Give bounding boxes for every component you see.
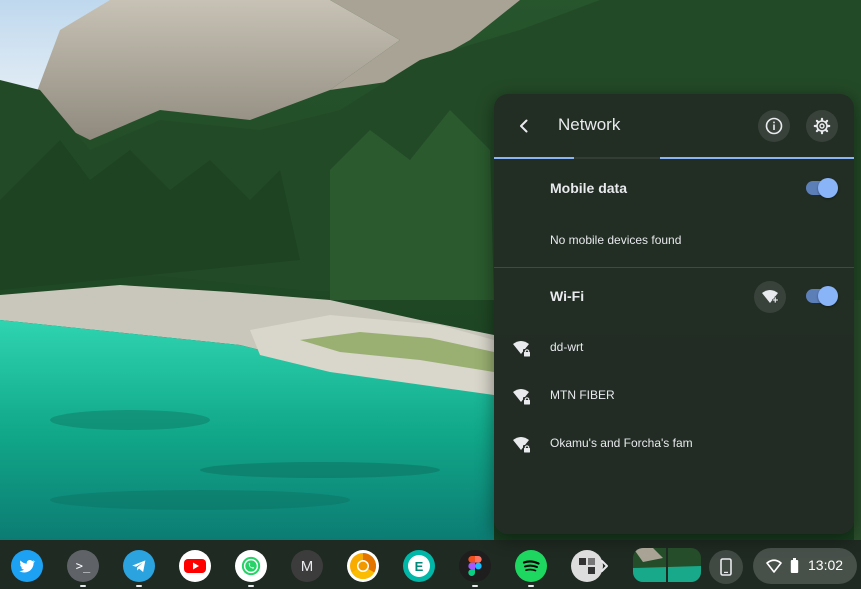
add-wifi-button[interactable] xyxy=(754,281,786,313)
toggle-knob xyxy=(818,178,838,198)
youtube-icon xyxy=(184,559,206,573)
info-button[interactable] xyxy=(758,110,790,142)
e-app[interactable]: E xyxy=(403,550,435,582)
figma-icon xyxy=(468,556,482,576)
wifi-network-row[interactable]: Okamu's and Forcha's fam xyxy=(494,420,854,468)
wifi-toggle[interactable] xyxy=(806,286,838,306)
divider-accent-left xyxy=(494,157,574,159)
youtube-app[interactable] xyxy=(179,550,211,582)
chrome-canary-icon xyxy=(350,552,377,580)
clock-time: 13:02 xyxy=(808,557,844,573)
wifi-network-name: MTN FIBER xyxy=(550,388,615,402)
phone-icon xyxy=(720,558,732,576)
terminal-app[interactable]: >_ xyxy=(67,550,99,582)
wifi-lock-icon xyxy=(513,437,531,453)
header-divider xyxy=(494,157,854,159)
desks-thumbnail xyxy=(633,548,701,582)
e-letter: E xyxy=(414,558,424,574)
chrome-canary-app[interactable] xyxy=(347,550,379,582)
wifi-network-row[interactable]: dd-wrt xyxy=(494,324,854,372)
twitter-app[interactable] xyxy=(11,550,43,582)
panel-title: Network xyxy=(558,115,621,134)
network-panel: Network Mobile data No mobile devices fo… xyxy=(494,94,854,534)
mobile-data-status: No mobile devices found xyxy=(550,233,682,247)
twitter-icon xyxy=(19,559,36,573)
running-indicator xyxy=(80,585,86,587)
wifi-network-name: dd-wrt xyxy=(550,340,584,354)
info-icon xyxy=(765,117,783,135)
desks-button[interactable] xyxy=(633,548,701,582)
add-wifi-icon xyxy=(762,290,779,304)
mobile-data-title: Mobile data xyxy=(550,180,628,196)
whatsapp-icon xyxy=(241,556,261,576)
wifi-lock-icon xyxy=(513,389,531,405)
holding-space-button[interactable] xyxy=(709,550,743,584)
section-divider xyxy=(494,267,854,268)
spotify-app[interactable] xyxy=(515,550,547,582)
toggle-knob xyxy=(818,286,838,306)
settings-button[interactable] xyxy=(806,110,838,142)
wifi-network-name: Okamu's and Forcha's fam xyxy=(550,436,693,450)
m-letter-icon: M xyxy=(300,557,314,575)
mobile-data-toggle[interactable] xyxy=(806,178,838,198)
spotify-icon xyxy=(518,553,544,579)
whatsapp-app[interactable] xyxy=(235,550,267,582)
running-indicator xyxy=(136,585,142,587)
gear-icon xyxy=(813,117,831,135)
telegram-app[interactable] xyxy=(123,550,155,582)
wifi-title: Wi-Fi xyxy=(550,288,585,304)
terminal-icon: >_ xyxy=(75,559,91,573)
wifi-icon xyxy=(766,559,782,573)
m-app[interactable]: M xyxy=(291,550,323,582)
battery-icon xyxy=(790,558,799,573)
running-indicator xyxy=(528,585,534,587)
wifi-network-row[interactable]: MTN FIBER xyxy=(494,372,854,420)
running-indicator xyxy=(472,585,478,587)
divider-accent-right xyxy=(660,157,854,159)
shelf-overflow-button[interactable] xyxy=(598,556,612,576)
e-letter-icon: E xyxy=(408,555,430,577)
running-indicator xyxy=(248,585,254,587)
telegram-icon xyxy=(132,560,146,572)
figma-app[interactable] xyxy=(459,550,491,582)
back-arrow-icon xyxy=(520,119,528,133)
network-panel-header: Network xyxy=(494,94,854,158)
app-icon xyxy=(579,558,595,574)
back-button[interactable] xyxy=(510,112,538,140)
chevron-right-icon xyxy=(601,560,608,572)
wifi-lock-icon xyxy=(513,341,531,357)
